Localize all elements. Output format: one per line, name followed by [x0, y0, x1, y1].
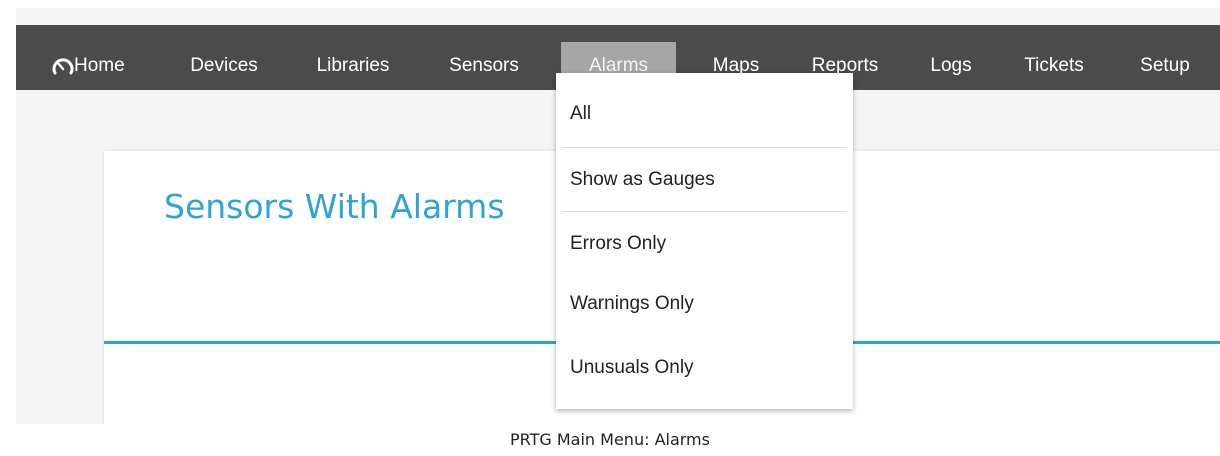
- nav-sensors[interactable]: Sensors: [434, 42, 534, 90]
- nav-libraries[interactable]: Libraries: [298, 42, 408, 90]
- app-window: Sensors With Alarms Home Devices Librari…: [16, 8, 1220, 424]
- menu-divider: [562, 147, 847, 148]
- nav-home[interactable]: Home: [74, 42, 146, 90]
- alarms-dropdown-menu: All Show as Gauges Errors Only Warnings …: [556, 73, 853, 409]
- nav-setup[interactable]: Setup: [1120, 42, 1210, 90]
- figure-caption: PRTG Main Menu: Alarms: [510, 430, 710, 449]
- gauge-icon: [52, 58, 74, 75]
- menu-item-unusuals-only[interactable]: Unusuals Only: [570, 353, 694, 383]
- menu-item-warnings-only[interactable]: Warnings Only: [570, 289, 694, 319]
- menu-divider: [562, 211, 847, 212]
- page-title: Sensors With Alarms: [164, 187, 505, 226]
- nav-devices[interactable]: Devices: [174, 42, 274, 90]
- menu-item-show-as-gauges[interactable]: Show as Gauges: [570, 165, 715, 195]
- menu-item-errors-only[interactable]: Errors Only: [570, 229, 666, 259]
- menu-item-all[interactable]: All: [570, 99, 591, 129]
- nav-tickets[interactable]: Tickets: [1004, 42, 1104, 90]
- nav-logs[interactable]: Logs: [916, 42, 986, 90]
